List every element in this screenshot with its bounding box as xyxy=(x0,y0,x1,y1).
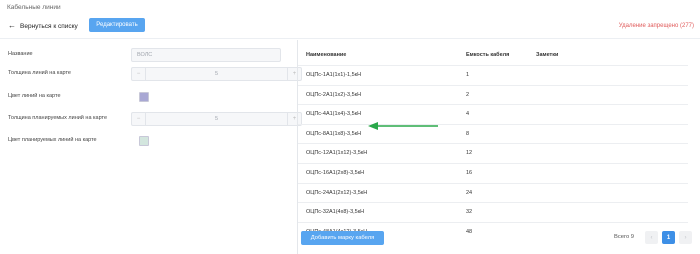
table-row[interactable]: ОЦПс-24А1(2х12)-3,5кН 24 xyxy=(298,182,688,203)
prev-page-button[interactable]: ‹ xyxy=(645,231,658,244)
column-header-capacity[interactable]: Емкость кабеля xyxy=(466,52,509,58)
name-field[interactable]: ВОЛС xyxy=(131,48,281,62)
line-thickness-label: Толщина линий на карте xyxy=(8,70,71,76)
line-thickness-stepper[interactable]: − 5 + xyxy=(131,67,302,81)
column-header-notes[interactable]: Заметки xyxy=(536,52,558,58)
toolbar: ← Вернуться к списку Редактировать Удале… xyxy=(0,18,700,36)
cell-capacity: 4 xyxy=(466,111,470,118)
add-cable-brand-button[interactable]: Добавить марку кабеля xyxy=(301,231,384,245)
header-divider xyxy=(0,38,700,39)
table-body: ОЦПс-1А1(1х1)-1,5кН 1 ОЦПс-2А1(1х2)-3,5кН… xyxy=(298,65,688,241)
planned-thickness-stepper[interactable]: − 5 + xyxy=(131,112,302,126)
line-color-row: Цвет линий на карте xyxy=(8,90,293,104)
cell-name: ОЦПс-2А1(1х2)-3,5кН xyxy=(306,91,362,98)
delete-status: Удаление запрещено (277) xyxy=(618,23,694,29)
decrement-button[interactable]: − xyxy=(132,113,146,125)
table-row[interactable]: ОЦПс-4А1(1х4)-3,5кН 4 xyxy=(298,104,688,124)
cell-capacity: 12 xyxy=(466,150,473,157)
next-page-button[interactable]: › xyxy=(679,231,692,244)
table-row[interactable]: ОЦПс-2А1(1х2)-3,5кН 2 xyxy=(298,84,688,105)
cell-name: ОЦПс-12А1(1х12)-3,5кН xyxy=(306,150,368,157)
cell-name: ОЦПс-32А1(4х8)-3,5кН xyxy=(306,209,365,216)
total-count: Всего 9 xyxy=(614,234,635,240)
cable-table: Наименование Емкость кабеля Заметки ОЦПс… xyxy=(298,40,700,254)
annotation-arrow-icon xyxy=(368,122,438,130)
planned-thickness-row: Толщина планируемых линий на карте − 5 + xyxy=(8,112,302,126)
edit-button[interactable]: Редактировать xyxy=(89,18,145,32)
planned-thickness-value[interactable]: 5 xyxy=(146,113,287,125)
table-row[interactable]: ОЦПс-16А1(2х8)-3,5кН 16 xyxy=(298,162,688,183)
planned-thickness-label: Толщина планируемых линий на карте xyxy=(8,115,108,121)
properties-panel: Название ВОЛС Толщина линий на карте − 5… xyxy=(0,40,302,254)
cell-name: ОЦПс-8А1(1х8)-3,5кН xyxy=(306,130,362,137)
line-thickness-row: Толщина линий на карте − 5 + xyxy=(8,67,302,81)
name-label: Название xyxy=(8,51,33,57)
page-1-button[interactable]: 1 xyxy=(662,231,675,244)
name-row: Название ВОЛС xyxy=(8,48,293,62)
cell-capacity: 16 xyxy=(466,169,473,176)
table-row[interactable]: ОЦПс-8А1(1х8)-3,5кН 8 xyxy=(298,123,688,144)
cell-name: ОЦПс-1А1(1х1)-1,5кН xyxy=(306,72,362,78)
arrow-left-icon: ← xyxy=(8,21,16,30)
back-link[interactable]: ← Вернуться к списку xyxy=(8,22,78,30)
planned-color-row: Цвет планируемых линий на карте xyxy=(8,134,293,148)
cell-capacity: 8 xyxy=(466,130,470,137)
table-row[interactable]: ОЦПс-12А1(1х12)-3,5кН 12 xyxy=(298,143,688,163)
cell-name: ОЦПс-16А1(2х8)-3,5кН xyxy=(306,169,365,176)
cell-capacity: 2 xyxy=(466,91,470,98)
table-row[interactable]: ОЦПс-32А1(4х8)-3,5кН 32 xyxy=(298,202,688,222)
cell-capacity: 1 xyxy=(466,72,470,78)
line-thickness-value[interactable]: 5 xyxy=(146,68,287,80)
cell-name: ОЦПс-4А1(1х4)-3,5кН xyxy=(306,111,362,118)
back-label: Вернуться к списку xyxy=(20,22,78,30)
cell-capacity: 48 xyxy=(466,228,473,235)
line-color-swatch[interactable] xyxy=(139,92,149,102)
line-color-label: Цвет линий на карте xyxy=(8,93,61,99)
decrement-button[interactable]: − xyxy=(132,68,146,80)
cell-capacity: 32 xyxy=(466,209,473,216)
table-row[interactable]: ОЦПс-1А1(1х1)-1,5кН 1 xyxy=(298,65,688,85)
page-title: Кабельные линии xyxy=(7,4,61,11)
planned-color-swatch[interactable] xyxy=(139,136,149,146)
cell-name: ОЦПс-24А1(2х12)-3,5кН xyxy=(306,189,368,196)
column-header-name[interactable]: Наименование xyxy=(306,52,346,58)
planned-color-label: Цвет планируемых линий на карте xyxy=(8,137,97,143)
cell-capacity: 24 xyxy=(466,189,473,196)
